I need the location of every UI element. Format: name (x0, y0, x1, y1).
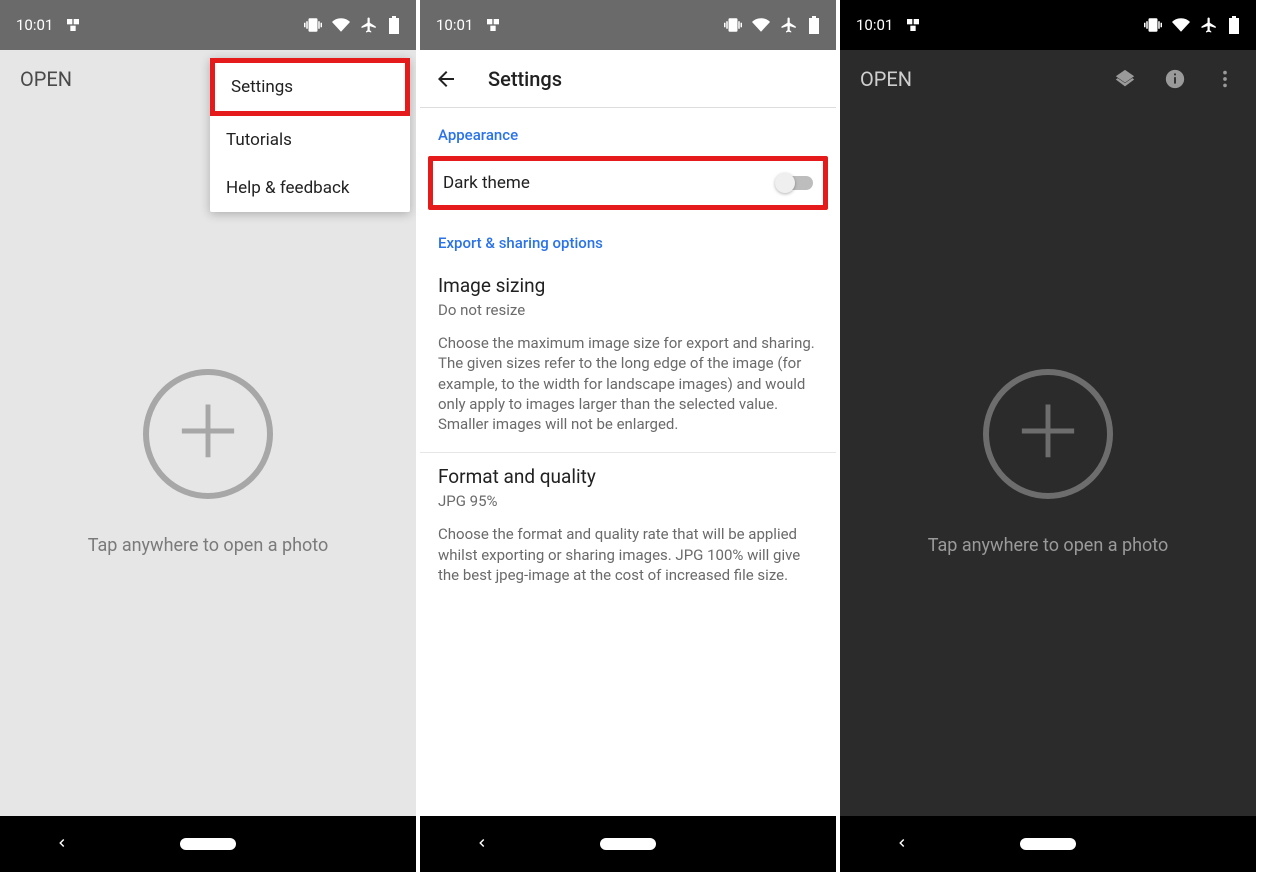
nav-back-icon[interactable] (475, 835, 489, 854)
status-bar: 10:01 (420, 0, 836, 50)
navigation-bar (0, 816, 416, 872)
battery-icon (808, 16, 820, 34)
airplane-icon (1200, 16, 1218, 34)
add-photo-icon: ＋ (983, 369, 1113, 499)
airplane-icon (780, 16, 798, 34)
dark-theme-toggle[interactable] (777, 176, 813, 190)
menu-item-help[interactable]: Help & feedback (210, 164, 410, 212)
add-photo-icon: ＋ (143, 369, 273, 499)
vibrate-icon (724, 16, 742, 34)
wifi-icon (1172, 16, 1190, 34)
dark-theme-row[interactable]: Dark theme (433, 161, 823, 205)
menu-item-tutorials[interactable]: Tutorials (210, 116, 410, 164)
app-icon (65, 17, 81, 33)
status-bar: 10:01 (0, 0, 416, 50)
screen-light-open: 10:01 OPEN Settings Tutorials Help (0, 0, 420, 872)
app-icon (905, 17, 921, 33)
image-sizing-desc: Choose the maximum image size for export… (438, 333, 818, 434)
wifi-icon (752, 16, 770, 34)
overflow-icon[interactable] (1214, 68, 1236, 90)
app-icon (485, 17, 501, 33)
status-bar: 10:01 (840, 0, 1256, 50)
dark-theme-highlight: Dark theme (428, 156, 828, 210)
status-time: 10:01 (436, 16, 473, 34)
battery-icon (1228, 16, 1240, 34)
screen-dark-open: 10:01 OPEN (840, 0, 1260, 872)
back-button[interactable] (434, 67, 458, 91)
vibrate-icon (304, 16, 322, 34)
open-button[interactable]: OPEN (20, 67, 72, 91)
screen-settings: 10:01 Settings Appearance (420, 0, 840, 872)
image-sizing-sub: Do not resize (438, 301, 818, 319)
nav-back-icon[interactable] (55, 835, 69, 854)
battery-icon (388, 16, 400, 34)
tap-hint: Tap anywhere to open a photo (88, 535, 329, 556)
layers-icon[interactable] (1114, 68, 1136, 90)
format-quality-desc: Choose the format and quality rate that … (438, 524, 818, 585)
image-sizing-row[interactable]: Image sizing Do not resize Choose the ma… (420, 262, 836, 453)
wifi-icon (332, 16, 350, 34)
navigation-bar (840, 816, 1256, 872)
open-button[interactable]: OPEN (860, 67, 912, 91)
app-bar: OPEN (840, 50, 1256, 108)
tap-hint: Tap anywhere to open a photo (928, 535, 1169, 556)
open-photo-area[interactable]: ＋ Tap anywhere to open a photo (840, 108, 1256, 816)
appearance-header: Appearance (420, 108, 836, 154)
nav-home-pill[interactable] (600, 838, 656, 850)
settings-list: Appearance Dark theme Export & sharing o… (420, 108, 836, 603)
nav-home-pill[interactable] (180, 838, 236, 850)
status-time: 10:01 (856, 16, 893, 34)
info-icon[interactable] (1164, 68, 1186, 90)
settings-app-bar: Settings (420, 50, 836, 108)
settings-title: Settings (488, 67, 562, 91)
open-photo-area[interactable]: ＋ Tap anywhere to open a photo (0, 108, 416, 816)
vibrate-icon (1144, 16, 1162, 34)
dark-theme-label: Dark theme (443, 173, 530, 193)
menu-item-settings[interactable]: Settings (210, 58, 410, 116)
image-sizing-title: Image sizing (438, 274, 818, 297)
nav-back-icon[interactable] (895, 835, 909, 854)
status-time: 10:01 (16, 16, 53, 34)
navigation-bar (420, 816, 836, 872)
nav-home-pill[interactable] (1020, 838, 1076, 850)
export-header: Export & sharing options (420, 212, 836, 262)
format-quality-title: Format and quality (438, 465, 818, 488)
airplane-icon (360, 16, 378, 34)
format-quality-row[interactable]: Format and quality JPG 95% Choose the fo… (420, 453, 836, 603)
overflow-menu: Settings Tutorials Help & feedback (210, 58, 410, 212)
format-quality-sub: JPG 95% (438, 492, 818, 510)
